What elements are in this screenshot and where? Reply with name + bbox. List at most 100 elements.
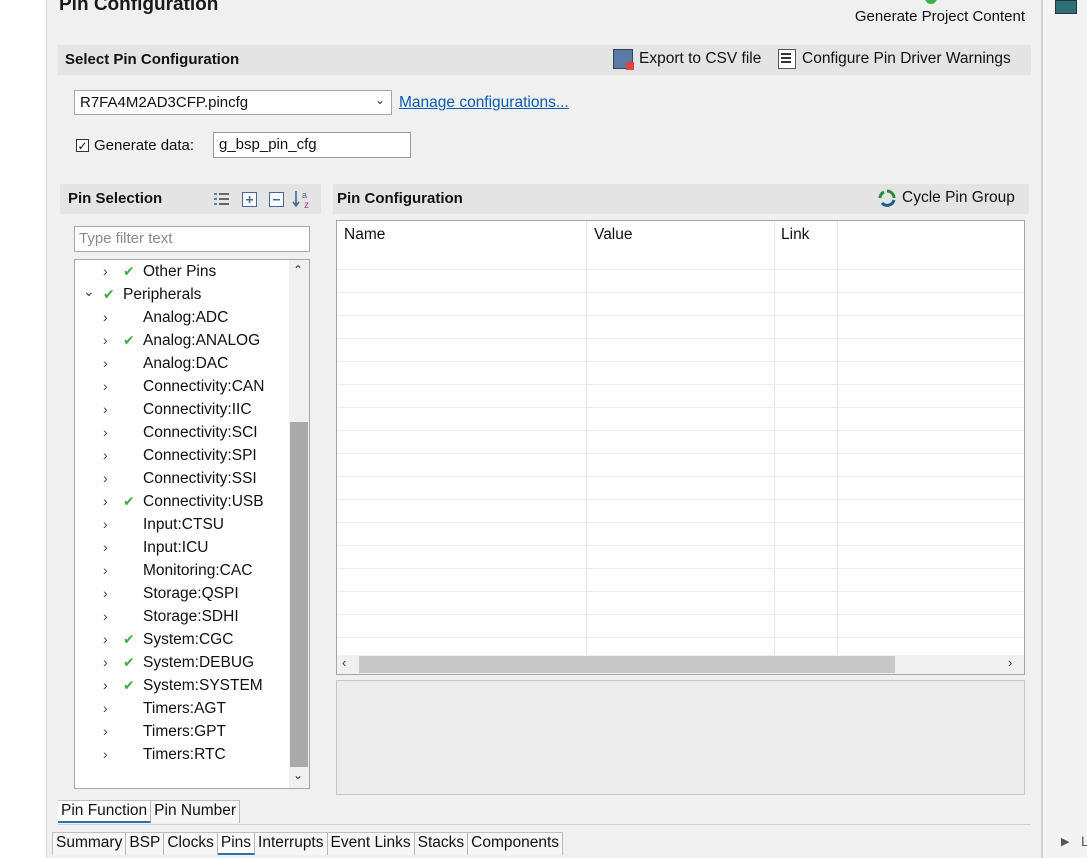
column-header-link[interactable]: Link bbox=[781, 226, 809, 244]
tree-item[interactable]: › Input:ICU bbox=[75, 536, 289, 559]
tab-pin-function[interactable]: Pin Function bbox=[58, 801, 152, 823]
chevron-right-icon[interactable]: › bbox=[103, 628, 108, 651]
cycle-pin-group-label: Cycle Pin Group bbox=[902, 189, 1015, 206]
tree-item[interactable]: › ✔ System:DEBUG bbox=[75, 651, 289, 674]
manage-configurations-link[interactable]: Manage configurations... bbox=[399, 94, 569, 112]
tree-item-label: Timers:GPT bbox=[143, 723, 226, 740]
scroll-up-icon[interactable]: ⌃ bbox=[293, 263, 303, 277]
pin-configuration-title: Pin Configuration bbox=[337, 190, 463, 207]
csv-export-icon bbox=[613, 49, 634, 70]
tab-event-links[interactable]: Event Links bbox=[327, 833, 415, 855]
chevron-right-icon[interactable]: › bbox=[103, 743, 108, 766]
chevron-right-icon[interactable]: › bbox=[103, 536, 108, 559]
expand-arrow-icon[interactable]: ▶ bbox=[1061, 835, 1069, 848]
tree-item[interactable]: › Connectivity:SCI bbox=[75, 421, 289, 444]
chevron-right-icon[interactable]: › bbox=[103, 513, 108, 536]
table-row bbox=[337, 476, 1024, 477]
chevron-right-icon[interactable]: › bbox=[103, 674, 108, 697]
chevron-right-icon[interactable]: › bbox=[103, 720, 108, 743]
table-horizontal-scrollbar[interactable]: ‹ › bbox=[337, 655, 1024, 674]
check-icon: ✔ bbox=[123, 493, 135, 509]
collapse-all-icon[interactable] bbox=[269, 192, 285, 208]
tab-bsp[interactable]: BSP bbox=[126, 833, 165, 855]
chevron-right-icon[interactable]: › bbox=[103, 375, 108, 398]
scroll-left-icon[interactable]: ‹ bbox=[342, 655, 346, 670]
chevron-right-icon[interactable]: › bbox=[103, 605, 108, 628]
tree-item-label: Analog:ADC bbox=[143, 309, 229, 326]
chevron-right-icon[interactable]: › bbox=[103, 329, 108, 352]
list-icon[interactable] bbox=[214, 192, 230, 206]
sort-az-icon[interactable]: a z bbox=[292, 189, 314, 209]
generate-project-content-button[interactable]: Generate Project Content bbox=[855, 8, 1025, 25]
chevron-right-icon[interactable]: › bbox=[103, 260, 108, 283]
tree-item[interactable]: › ✔ System:SYSTEM bbox=[75, 674, 289, 697]
chevron-right-icon[interactable]: › bbox=[103, 490, 108, 513]
chevron-right-icon[interactable]: › bbox=[103, 306, 108, 329]
pin-configuration-table[interactable]: Name Value Link ‹ › bbox=[336, 220, 1025, 675]
tree-item[interactable]: › ✔ Connectivity:USB bbox=[75, 490, 289, 513]
export-csv-button[interactable]: Export to CSV file bbox=[613, 49, 761, 70]
table-row bbox=[337, 637, 1024, 638]
tree-item[interactable]: › Monitoring:CAC bbox=[75, 559, 289, 582]
chevron-right-icon[interactable]: › bbox=[103, 697, 108, 720]
tree-item[interactable]: › Connectivity:IIC bbox=[75, 398, 289, 421]
chevron-right-icon[interactable]: › bbox=[103, 398, 108, 421]
chevron-down-icon[interactable]: ⌄ bbox=[83, 280, 95, 303]
generate-data-input[interactable]: g_bsp_pin_cfg bbox=[213, 132, 411, 158]
chevron-right-icon[interactable]: › bbox=[103, 444, 108, 467]
pin-selection-tree[interactable]: › ✔ Other Pins ⌄ ✔ Peripherals › Analog:ADC › ✔ An… bbox=[74, 259, 310, 789]
scroll-down-icon[interactable]: ⌄ bbox=[293, 768, 303, 782]
tree-vertical-scrollbar[interactable]: ⌃ ⌄ bbox=[289, 260, 309, 788]
cycle-pin-group-button[interactable]: Cycle Pin Group bbox=[878, 189, 1015, 207]
tab-pins[interactable]: Pins bbox=[217, 833, 256, 855]
tab-interrupts[interactable]: Interrupts bbox=[255, 833, 328, 855]
tree-item-label: Timers:RTC bbox=[143, 746, 226, 763]
tree-item[interactable]: › ✔ Analog:ANALOG bbox=[75, 329, 289, 352]
tree-item[interactable]: › Input:CTSU bbox=[75, 513, 289, 536]
table-row bbox=[337, 269, 1024, 270]
pin-config-dropdown[interactable]: R7FA4M2AD3CFP.pincfg ⌄ bbox=[74, 90, 392, 115]
tree-item[interactable]: › ✔ System:CGC bbox=[75, 628, 289, 651]
tree-scroll-thumb[interactable] bbox=[290, 422, 308, 767]
filter-input[interactable]: Type filter text bbox=[74, 226, 310, 252]
tree-item[interactable]: › Timers:AGT bbox=[75, 697, 289, 720]
chevron-right-icon[interactable]: › bbox=[103, 582, 108, 605]
tree-item[interactable]: ⌄ ✔ Peripherals bbox=[75, 283, 289, 306]
configure-driver-warnings-button[interactable]: Configure Pin Driver Warnings bbox=[778, 49, 1011, 69]
generate-icon[interactable] bbox=[925, 0, 937, 4]
tree-item[interactable]: › Connectivity:SSI bbox=[75, 467, 289, 490]
column-header-name[interactable]: Name bbox=[344, 226, 385, 244]
column-header-value[interactable]: Value bbox=[594, 226, 633, 244]
table-row bbox=[337, 361, 1024, 362]
tab-summary[interactable]: Summary bbox=[53, 833, 127, 855]
tree-item[interactable]: › Analog:DAC bbox=[75, 352, 289, 375]
tab-components[interactable]: Components bbox=[468, 833, 564, 855]
table-scroll-thumb[interactable] bbox=[359, 656, 895, 673]
tree-item[interactable]: › Analog:ADC bbox=[75, 306, 289, 329]
chevron-right-icon[interactable]: › bbox=[103, 352, 108, 375]
chevron-down-icon[interactable]: ⌄ bbox=[375, 93, 385, 107]
generate-data-checkbox[interactable]: ✓ bbox=[76, 139, 89, 152]
tree-item-label: Connectivity:SPI bbox=[143, 447, 257, 464]
tree-item[interactable]: › Connectivity:CAN bbox=[75, 375, 289, 398]
chevron-right-icon[interactable]: › bbox=[103, 421, 108, 444]
chevron-right-icon[interactable]: › bbox=[103, 467, 108, 490]
tree-item[interactable]: › ✔ Other Pins bbox=[75, 260, 289, 283]
table-row bbox=[337, 453, 1024, 454]
tab-stacks[interactable]: Stacks bbox=[414, 833, 469, 855]
table-row bbox=[337, 407, 1024, 408]
chevron-right-icon[interactable]: › bbox=[103, 651, 108, 674]
expand-all-icon[interactable] bbox=[242, 192, 258, 208]
section-title: Select Pin Configuration bbox=[65, 51, 240, 68]
tree-item[interactable]: › Timers:RTC bbox=[75, 743, 289, 766]
tree-item[interactable]: › Connectivity:SPI bbox=[75, 444, 289, 467]
chevron-right-icon[interactable]: › bbox=[103, 559, 108, 582]
tab-pin-number[interactable]: Pin Number bbox=[151, 801, 241, 823]
save-icon[interactable] bbox=[1055, 0, 1077, 14]
tab-clocks[interactable]: Clocks bbox=[164, 833, 218, 855]
tree-item[interactable]: › Storage:SDHI bbox=[75, 605, 289, 628]
tree-item[interactable]: › Storage:QSPI bbox=[75, 582, 289, 605]
tree-item[interactable]: › Timers:GPT bbox=[75, 720, 289, 743]
scroll-right-icon[interactable]: › bbox=[1008, 655, 1012, 670]
tree-item-label: Peripherals bbox=[123, 286, 202, 303]
